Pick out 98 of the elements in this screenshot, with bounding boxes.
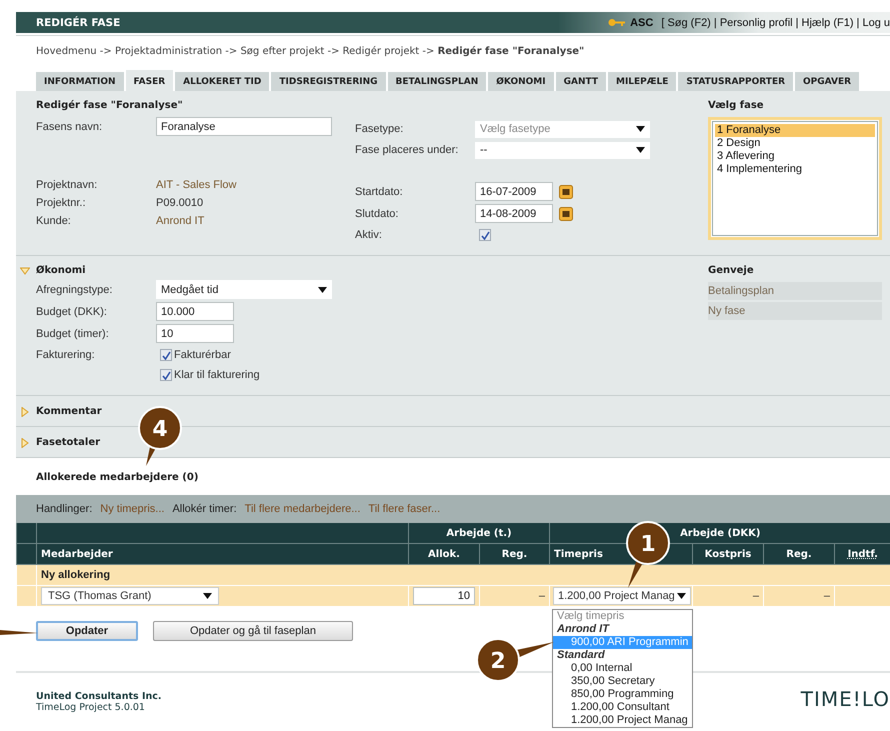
section-title[interactable]: Økonomi [36, 265, 86, 276]
billing-type-select[interactable]: Medgået tid [156, 280, 332, 299]
option-group-label: Standard [556, 649, 606, 662]
option-group-label: Anrond IT [556, 623, 611, 636]
date-field[interactable]: 14-08-2009 [475, 204, 553, 223]
budget-field[interactable]: 10 [156, 324, 234, 343]
tab[interactable]: INFORMATION [36, 72, 124, 91]
value-link[interactable]: Anrond IT [156, 215, 204, 227]
list-item[interactable]: 4 Implementering [715, 163, 875, 176]
field-value: P09.0010 [156, 197, 204, 209]
header-links[interactable]: [ Søg (F2) | Personlig profil | Hjælp (F1) | Log u [661, 16, 890, 28]
field-label: Aktiv: [355, 229, 383, 241]
dropdown-option[interactable]: 350,00 Secretary [553, 675, 692, 688]
shortcut-link[interactable]: Ny fase [708, 302, 882, 320]
dropdown-option[interactable]: 1.200,00 Consultant [553, 701, 692, 714]
breadcrumb[interactable]: Hovedmenu -> Projektadministration -> Søg efter projekt -> Redigér projekt -> Redigér fase "Foranalyse" [16, 36, 890, 70]
caret-icon [636, 147, 645, 153]
section-title: Allokerede medarbejdere (0) [36, 472, 200, 483]
checkbox-label: Klar til fakturering [174, 369, 260, 381]
field-label: Budget (DKK): [36, 306, 108, 318]
tab[interactable]: GANTT [556, 72, 606, 91]
action-label: Allokér timer: [172, 503, 237, 515]
check-icon [480, 230, 490, 240]
section-title[interactable]: Fasetotaler [36, 437, 100, 448]
parent-phase-select[interactable]: -- [475, 142, 650, 158]
column-header: Kostpris [692, 544, 764, 564]
check-icon [162, 350, 170, 360]
caret-icon [318, 286, 327, 292]
field-label: Budget (timer): [36, 328, 110, 340]
field-label: Slutdato: [355, 208, 400, 220]
field-label: Projektnavn: [36, 179, 98, 191]
phase-list[interactable]: 1 Foranalyse 2 Design 3 Aflevering 4 Implementering [708, 117, 882, 240]
hours-field[interactable]: 10 [413, 587, 475, 605]
list-item[interactable]: 1 Foranalyse [715, 124, 875, 137]
rate-select[interactable]: 1.200,00 Project Manag [553, 587, 691, 605]
checkbox[interactable] [160, 349, 172, 361]
dropdown-option[interactable]: 850,00 Programming [553, 688, 692, 701]
column-header: Reg. [764, 544, 834, 564]
logo: TIME!LO [800, 687, 890, 711]
budget-field[interactable]: 10.000 [156, 302, 234, 321]
tab[interactable]: ØKONOMI [488, 72, 554, 91]
dropdown-option[interactable]: Vælg timepris [553, 610, 692, 623]
checkbox-label: Fakturérbar [174, 349, 231, 361]
dropdown-option[interactable]: 1.200,00 Project Manag [553, 714, 692, 727]
list-item[interactable]: 2 Design [715, 137, 875, 150]
caret-icon [203, 593, 212, 599]
field-label: Fasens navn: [36, 120, 104, 132]
calendar-icon [559, 206, 573, 220]
group-row-title: Ny allokering [36, 564, 890, 586]
button[interactable]: Opdater [36, 621, 138, 641]
section-title: Genveje [708, 265, 755, 276]
leader-line [0, 630, 38, 635]
tab[interactable]: STATUSRAPPORTER [678, 72, 794, 91]
column-group-header: Arbejde (t.) [408, 523, 550, 544]
shortcut-link[interactable]: Betalingsplan [708, 282, 882, 300]
field-label: Startdato: [355, 186, 404, 198]
tab[interactable]: OPGAVER [795, 72, 860, 91]
table-cell: – [764, 586, 834, 606]
phase-type-select[interactable]: Vælg fasetype [475, 120, 650, 138]
calendar-icon [559, 184, 573, 198]
section-title: Vælg fase [708, 100, 765, 111]
user-initials: ASC [630, 16, 654, 28]
field-label: Kunde: [36, 215, 72, 227]
action-label: Handlinger: [36, 503, 92, 515]
tab[interactable]: BETALINGSPLAN [388, 72, 486, 91]
date-field[interactable]: 16-07-2009 [475, 182, 553, 201]
list-item[interactable]: 3 Aflevering [715, 150, 875, 163]
check-icon [162, 370, 170, 380]
button[interactable]: Opdater og gå til faseplan [153, 621, 353, 641]
field-label: Afregningstype: [36, 284, 114, 296]
employee-select[interactable]: TSG (Thomas Grant) [41, 587, 219, 605]
value-link[interactable]: AIT - Sales Flow [156, 179, 236, 191]
checkbox[interactable] [160, 369, 172, 381]
name-field[interactable]: Foranalyse [156, 117, 332, 136]
tab[interactable]: FASER [126, 70, 174, 91]
key-icon [608, 18, 626, 27]
checkbox[interactable] [479, 229, 491, 241]
field-label: Fakturering: [36, 349, 96, 361]
section-title[interactable]: Kommentar [36, 406, 102, 417]
tab[interactable]: TIDSREGISTRERING [271, 72, 386, 91]
column-header: Indtf. [834, 544, 890, 564]
field-label: Fasetype: [355, 123, 404, 135]
section-title: Redigér fase "Foranalyse" [36, 100, 184, 111]
caret-icon [677, 593, 686, 599]
field-label: Projektnr.: [36, 197, 87, 209]
version-text: TimeLog Project 5.0.01 [36, 702, 146, 713]
caret-icon [636, 126, 645, 132]
field-label: Fase placeres under: [355, 144, 460, 156]
tab[interactable]: MILEPÆLE [608, 72, 676, 91]
column-header: Medarbejder [36, 544, 408, 564]
page-title: REDIGÉR FASE [35, 16, 120, 28]
table-cell: – [480, 586, 550, 606]
column-header: Reg. [480, 544, 550, 564]
table-cell: – [692, 586, 764, 606]
dropdown-option[interactable]: 0,00 Internal [553, 662, 692, 675]
company-name: United Consultants Inc. [36, 691, 162, 702]
column-header: Allok. [408, 544, 480, 564]
tab[interactable]: ALLOKERET TID [175, 72, 270, 91]
